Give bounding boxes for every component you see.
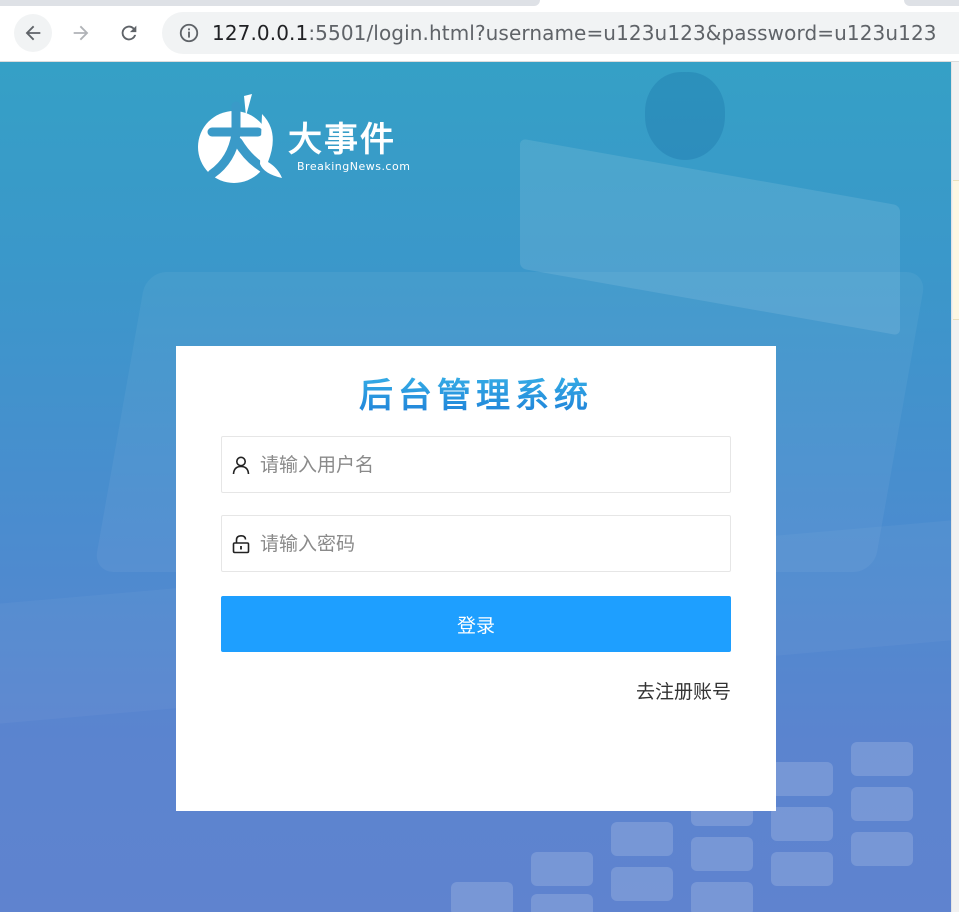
username-input[interactable] — [260, 437, 730, 492]
username-field[interactable] — [221, 436, 731, 493]
login-button[interactable]: 登录 — [221, 596, 731, 652]
arrow-left-icon — [25, 25, 41, 41]
page-viewport: 大事件 BreakingNews.com 后台管理系统 登录 去注册账号 — [0, 62, 951, 912]
logo-tagline: BreakingNews.com — [297, 160, 411, 173]
scrollbar-thumb[interactable] — [953, 180, 959, 320]
user-icon — [232, 456, 250, 474]
register-link[interactable]: 去注册账号 — [636, 677, 731, 704]
tab-strip-edge — [0, 0, 540, 6]
arrow-right-icon — [73, 25, 89, 41]
logo-brand-text: 大事件 — [288, 120, 396, 160]
reload-button[interactable] — [110, 14, 148, 52]
info-icon[interactable] — [178, 22, 200, 44]
forward-button[interactable] — [62, 14, 100, 52]
password-input[interactable] — [260, 516, 730, 571]
url-host: 127.0.0.1 — [212, 21, 309, 45]
url-path: :5501/login.html?username=u123u123&passw… — [308, 21, 937, 45]
site-logo: 大事件 BreakingNews.com — [194, 92, 434, 184]
password-field[interactable] — [221, 515, 731, 572]
lock-icon — [232, 534, 250, 553]
login-title: 后台管理系统 — [176, 368, 776, 417]
browser-toolbar: 127.0.0.1:5501/login.html?username=u123u… — [0, 0, 959, 62]
url-text[interactable]: 127.0.0.1:5501/login.html?username=u123u… — [212, 21, 937, 45]
address-bar[interactable]: 127.0.0.1:5501/login.html?username=u123u… — [162, 12, 959, 54]
login-card: 后台管理系统 登录 去注册账号 — [176, 346, 776, 811]
background-apple-logo-shape — [645, 72, 725, 160]
page-scrollbar[interactable] — [951, 62, 959, 912]
reload-icon — [121, 25, 137, 41]
logo-mark-icon — [198, 94, 282, 183]
back-button[interactable] — [14, 14, 52, 52]
tab-strip-edge-right — [904, 0, 959, 6]
